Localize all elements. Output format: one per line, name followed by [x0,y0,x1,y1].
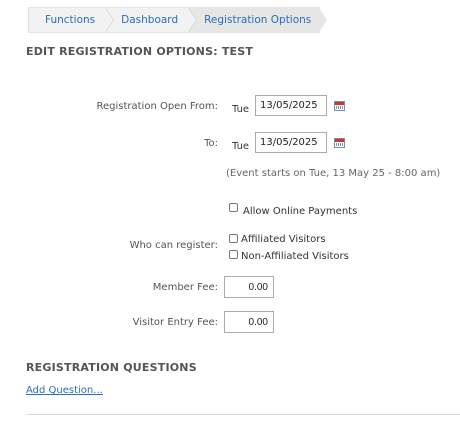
to-date-input[interactable] [255,132,327,153]
breadcrumb: Functions Dashboard Registration Options [28,7,328,33]
to-day: Tue [232,141,250,152]
allow-online-payments-checkbox[interactable] [229,203,238,212]
open-from-day: Tue [232,104,250,115]
breadcrumb-separator [106,8,115,32]
event-start-note: (Event starts on Tue, 13 May 25 - 8:00 a… [226,168,441,179]
non-affiliated-visitors-label: Non-Affiliated Visitors [241,251,349,262]
breadcrumb-functions-label[interactable]: Functions [45,14,95,26]
breadcrumb-separator [189,8,198,32]
page-title: EDIT REGISTRATION OPTIONS: TEST [26,45,254,58]
member-fee-input[interactable] [224,276,274,298]
breadcrumb-dashboard[interactable]: Dashboard [105,8,198,32]
allow-online-payments-label: Allow Online Payments [243,206,358,217]
visitor-entry-fee-input[interactable] [224,311,274,333]
to-label: To: [204,138,218,149]
visitor-entry-fee-label: Visitor Entry Fee: [132,317,218,328]
breadcrumb-registration-options-label[interactable]: Registration Options [204,14,311,26]
non-affiliated-visitors-checkbox[interactable] [229,250,238,259]
breadcrumb-functions[interactable]: Functions [29,8,115,32]
divider [26,414,460,415]
registration-questions-heading: REGISTRATION QUESTIONS [26,361,197,374]
open-from-label: Registration Open From: [96,101,218,112]
affiliated-visitors-label: Affiliated Visitors [241,234,326,245]
calendar-icon[interactable] [334,138,345,148]
breadcrumb-registration-options[interactable]: Registration Options [188,8,328,32]
calendar-icon[interactable] [334,101,345,111]
who-can-register-label: Who can register: [129,240,218,251]
member-fee-label: Member Fee: [152,282,218,293]
open-from-date-input[interactable] [255,95,327,116]
add-question-link[interactable]: Add Question... [26,385,103,396]
affiliated-visitors-checkbox[interactable] [229,234,238,243]
breadcrumb-dashboard-label[interactable]: Dashboard [121,14,178,26]
